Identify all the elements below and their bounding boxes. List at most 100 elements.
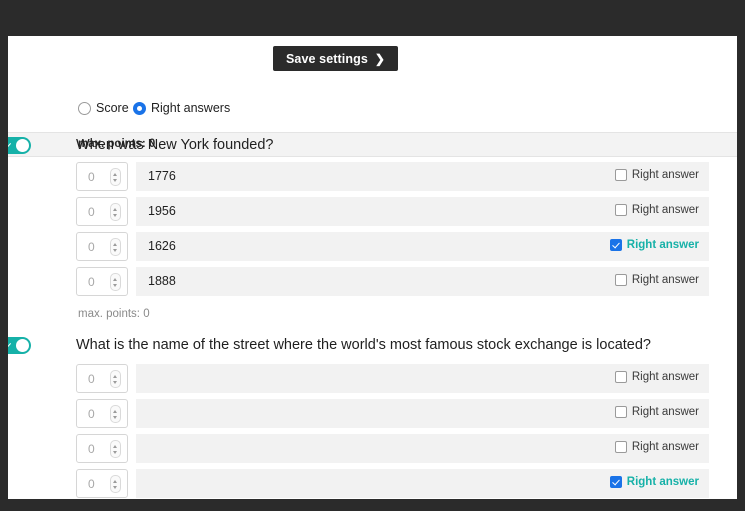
table-row: 0 1888 Right answer bbox=[8, 267, 737, 296]
arrow-up-icon[interactable] bbox=[113, 207, 117, 211]
q1-a2-points-stepper[interactable]: 0 bbox=[76, 197, 128, 226]
radio-label-score: Score bbox=[96, 101, 129, 115]
q1-a1-right-answer-toggle[interactable]: Right answer bbox=[614, 169, 699, 181]
q2-enable-toggle[interactable] bbox=[8, 337, 31, 354]
spinner-icon[interactable] bbox=[110, 203, 121, 221]
arrow-up-icon[interactable] bbox=[113, 374, 117, 378]
app-window: Save settings ❯ n from: Score Right answ… bbox=[0, 0, 745, 511]
q1-a4-answer-text: 1888 bbox=[148, 274, 176, 288]
q2-a4-points-stepper[interactable]: 0 bbox=[76, 469, 128, 498]
spinner-icon[interactable] bbox=[110, 475, 121, 493]
arrow-down-icon[interactable] bbox=[113, 415, 117, 419]
q2-a3-points-value: 0 bbox=[88, 442, 95, 456]
spinner-icon[interactable] bbox=[110, 370, 121, 388]
table-row: 0 1626 Right answer bbox=[8, 232, 737, 261]
radio-label-right-answers: Right answers bbox=[151, 101, 231, 115]
arrow-down-icon[interactable] bbox=[113, 213, 117, 217]
q2-a3-right-answer-toggle[interactable]: Right answer bbox=[614, 441, 699, 453]
q1-a4-points-stepper[interactable]: 0 bbox=[76, 267, 128, 296]
q2-a1-right-answer-label: Right answer bbox=[631, 371, 699, 383]
q2-a3-points-stepper[interactable]: 0 bbox=[76, 434, 128, 463]
table-row: 0 Right answer bbox=[8, 399, 737, 428]
arrow-down-icon[interactable] bbox=[113, 178, 117, 182]
checkbox-icon[interactable] bbox=[614, 169, 627, 181]
q2-a1-points-value: 0 bbox=[88, 372, 95, 386]
q1-a2-points-value: 0 bbox=[88, 205, 95, 219]
check-icon bbox=[8, 140, 12, 150]
q1-a1-right-answer-label: Right answer bbox=[631, 169, 699, 181]
toolbar: Save settings ❯ bbox=[8, 36, 737, 90]
chevron-right-icon: ❯ bbox=[374, 51, 386, 66]
q1-a3-right-answer-toggle[interactable]: Right answer bbox=[609, 239, 699, 251]
radio-icon-score[interactable] bbox=[78, 101, 91, 115]
check-icon bbox=[8, 340, 12, 350]
table-row: 0 Right answer bbox=[8, 364, 737, 393]
q2-a4-answer-input[interactable]: Right answer bbox=[136, 469, 709, 498]
arrow-down-icon[interactable] bbox=[113, 283, 117, 287]
spinner-icon[interactable] bbox=[110, 168, 121, 186]
q2-a2-points-value: 0 bbox=[88, 407, 95, 421]
arrow-down-icon[interactable] bbox=[113, 248, 117, 252]
q2-a3-answer-input[interactable]: Right answer bbox=[136, 434, 709, 463]
arrow-up-icon[interactable] bbox=[113, 242, 117, 246]
q1-a4-points-value: 0 bbox=[88, 275, 95, 289]
q2-a4-points-value: 0 bbox=[88, 477, 95, 491]
q1-a3-points-stepper[interactable]: 0 bbox=[76, 232, 128, 261]
radio-icon-right-answers[interactable] bbox=[133, 101, 146, 115]
q2-a2-right-answer-toggle[interactable]: Right answer bbox=[614, 406, 699, 418]
q1-a2-right-answer-label: Right answer bbox=[631, 204, 699, 216]
checkbox-icon[interactable] bbox=[614, 406, 627, 418]
checkbox-icon[interactable] bbox=[609, 239, 622, 251]
arrow-up-icon[interactable] bbox=[113, 277, 117, 281]
page-content: Save settings ❯ n from: Score Right answ… bbox=[8, 36, 737, 499]
q2-a2-right-answer-label: Right answer bbox=[631, 406, 699, 418]
spinner-icon[interactable] bbox=[110, 273, 121, 291]
radio-option-right-answers[interactable]: Right answers bbox=[133, 101, 230, 115]
q1-a2-answer-input[interactable]: 1956 Right answer bbox=[136, 197, 709, 226]
q1-a2-right-answer-toggle[interactable]: Right answer bbox=[614, 204, 699, 216]
q1-a4-answer-input[interactable]: 1888 Right answer bbox=[136, 267, 709, 296]
save-settings-button[interactable]: Save settings ❯ bbox=[273, 46, 399, 71]
q1-a1-points-stepper[interactable]: 0 bbox=[76, 162, 128, 191]
q1-a4-right-answer-toggle[interactable]: Right answer bbox=[614, 274, 699, 286]
q1-a4-right-answer-label: Right answer bbox=[631, 274, 699, 286]
q2-a1-points-stepper[interactable]: 0 bbox=[76, 364, 128, 393]
q1-a3-answer-text: 1626 bbox=[148, 239, 176, 253]
q2-a2-points-stepper[interactable]: 0 bbox=[76, 399, 128, 428]
q1-title: When was New York founded? bbox=[76, 137, 274, 153]
q2-a1-answer-input[interactable]: Right answer bbox=[136, 364, 709, 393]
checkbox-icon[interactable] bbox=[614, 204, 627, 216]
checkbox-icon[interactable] bbox=[614, 274, 627, 286]
q2-a1-right-answer-toggle[interactable]: Right answer bbox=[614, 371, 699, 383]
q2-a2-answer-input[interactable]: Right answer bbox=[136, 399, 709, 428]
q1-max-points-bottom: max. points: 0 bbox=[78, 308, 150, 320]
spinner-icon[interactable] bbox=[110, 440, 121, 458]
checkbox-icon[interactable] bbox=[614, 441, 627, 453]
table-row: 0 1776 Right answer bbox=[8, 162, 737, 191]
q1-a1-points-value: 0 bbox=[88, 170, 95, 184]
q1-enable-toggle[interactable] bbox=[8, 137, 31, 154]
arrow-up-icon[interactable] bbox=[113, 409, 117, 413]
q2-a3-right-answer-label: Right answer bbox=[631, 441, 699, 453]
q2-title: What is the name of the street where the… bbox=[76, 337, 651, 353]
arrow-down-icon[interactable] bbox=[113, 450, 117, 454]
arrow-up-icon[interactable] bbox=[113, 479, 117, 483]
checkbox-icon[interactable] bbox=[614, 371, 627, 383]
q2-a4-right-answer-toggle[interactable]: Right answer bbox=[609, 476, 699, 488]
radio-option-score[interactable]: Score bbox=[78, 101, 129, 115]
arrow-down-icon[interactable] bbox=[113, 485, 117, 489]
q1-a3-answer-input[interactable]: 1626 Right answer bbox=[136, 232, 709, 261]
q1-a3-points-value: 0 bbox=[88, 240, 95, 254]
table-row: 0 Right answer bbox=[8, 469, 737, 498]
q2-a4-right-answer-label: Right answer bbox=[626, 476, 699, 488]
q1-a3-right-answer-label: Right answer bbox=[626, 239, 699, 251]
spinner-icon[interactable] bbox=[110, 405, 121, 423]
spinner-icon[interactable] bbox=[110, 238, 121, 256]
arrow-up-icon[interactable] bbox=[113, 172, 117, 176]
q1-a2-answer-text: 1956 bbox=[148, 204, 176, 218]
q1-a1-answer-input[interactable]: 1776 Right answer bbox=[136, 162, 709, 191]
arrow-down-icon[interactable] bbox=[113, 380, 117, 384]
table-row: 0 Right answer bbox=[8, 434, 737, 463]
checkbox-icon[interactable] bbox=[609, 476, 622, 488]
arrow-up-icon[interactable] bbox=[113, 444, 117, 448]
